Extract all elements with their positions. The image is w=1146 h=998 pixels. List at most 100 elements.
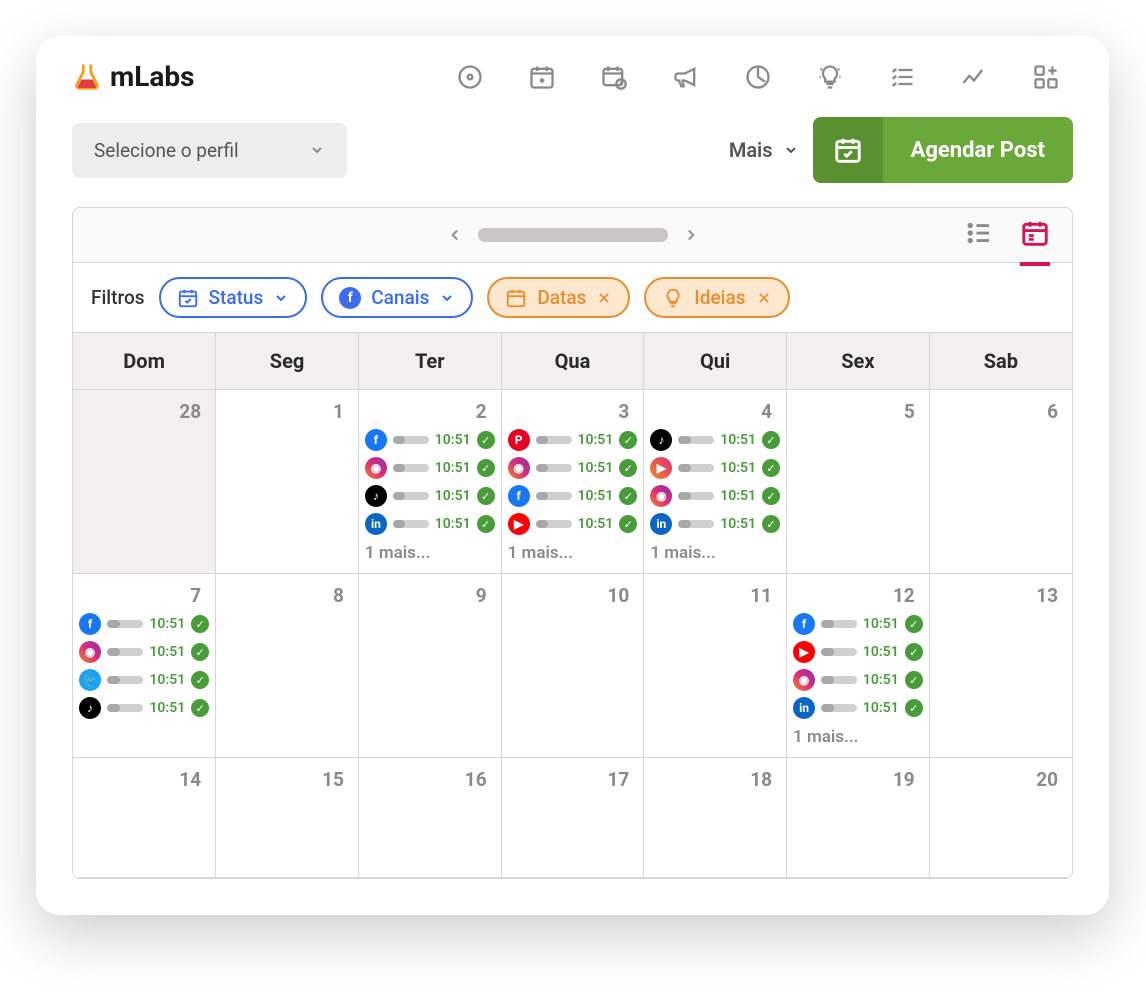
list-view-toggle[interactable]: [964, 218, 994, 252]
calendar-cell[interactable]: 10: [501, 574, 644, 758]
post-preview-bar: [821, 704, 857, 712]
post-preview-bar: [821, 676, 857, 684]
scheduled-post[interactable]: ▶10:51✓: [793, 641, 923, 663]
calendar-add-icon[interactable]: [527, 62, 557, 92]
calendar-cell[interactable]: 9: [358, 574, 501, 758]
post-time: 10:51: [149, 644, 185, 660]
check-icon: ✓: [619, 431, 637, 449]
calendar-cell[interactable]: 3P10:51✓◉10:51✓f10:51✓▶10:51✓1 mais...: [501, 390, 644, 574]
calendar-cell[interactable]: 4♪10:51✓▶10:51✓◉10:51✓in10:51✓1 mais...: [644, 390, 787, 574]
analytics-icon[interactable]: [959, 62, 989, 92]
calendar-cell[interactable]: 16: [358, 758, 501, 878]
calendar-cell[interactable]: 5: [787, 390, 930, 574]
post-preview-bar: [536, 436, 572, 444]
more-button[interactable]: Mais: [729, 138, 799, 162]
rl-icon: ▶: [650, 457, 672, 479]
scheduled-post[interactable]: in10:51✓: [365, 513, 495, 535]
more-events-link[interactable]: 1 mais...: [365, 541, 495, 563]
scheduled-post[interactable]: f10:51✓: [508, 485, 638, 507]
more-events-link[interactable]: 1 mais...: [650, 541, 780, 563]
filter-ideas[interactable]: Ideias: [644, 277, 789, 318]
calendar-cell[interactable]: 12f10:51✓ ▶10:51✓ ◉10:51✓ in10:51✓ 1 mais...: [787, 574, 930, 758]
scheduled-post[interactable]: ♪10:51✓: [79, 697, 209, 719]
scheduled-post[interactable]: f10:51✓: [793, 613, 923, 635]
chevron-down-icon: [273, 290, 289, 306]
scheduled-post[interactable]: in10:51✓: [793, 697, 923, 719]
calendar-cell[interactable]: 8: [216, 574, 359, 758]
calendar-cell[interactable]: 15: [216, 758, 359, 878]
scheduled-post[interactable]: in10:51✓: [650, 513, 780, 535]
dashboard-icon[interactable]: [455, 62, 485, 92]
calendar-cell[interactable]: 20: [929, 758, 1072, 878]
day-header: Seg: [216, 333, 359, 390]
chart-icon[interactable]: [743, 62, 773, 92]
calendar-cell[interactable]: 7f10:51✓◉10:51✓🐦10:51✓♪10:51✓: [73, 574, 216, 758]
day-header: Qua: [501, 333, 644, 390]
check-icon: ✓: [477, 431, 495, 449]
schedule-post-button[interactable]: Agendar Post: [813, 117, 1073, 183]
calendar-cell[interactable]: 2f10:51✓◉10:51✓♪10:51✓in10:51✓1 mais...: [358, 390, 501, 574]
post-preview-bar: [107, 676, 143, 684]
day-number: 14: [79, 764, 209, 797]
scheduled-post[interactable]: ◉10:51✓: [508, 457, 638, 479]
calendar-cell[interactable]: 14: [73, 758, 216, 878]
calendar-cell[interactable]: 28: [73, 390, 216, 574]
scheduled-post[interactable]: f10:51✓: [365, 429, 495, 451]
checklist-icon[interactable]: [887, 62, 917, 92]
profile-select[interactable]: Selecione o perfil: [72, 123, 347, 178]
calendar-time-icon[interactable]: [599, 62, 629, 92]
more-events-link[interactable]: 1 mais...: [508, 541, 638, 563]
calendar-cell[interactable]: 1: [216, 390, 359, 574]
day-number: 15: [222, 764, 352, 797]
apps-icon[interactable]: [1031, 62, 1061, 92]
calendar-icon: [177, 287, 199, 309]
post-preview-bar: [821, 620, 857, 628]
scheduled-post[interactable]: f10:51✓: [79, 613, 209, 635]
facebook-icon: f: [339, 287, 361, 309]
tk-icon: ♪: [365, 485, 387, 507]
calendar-cell[interactable]: 13: [929, 574, 1072, 758]
close-icon[interactable]: [756, 290, 772, 306]
fb-icon: f: [508, 485, 530, 507]
check-icon: ✓: [477, 459, 495, 477]
prev-month-button[interactable]: [446, 226, 464, 244]
li-icon: in: [793, 697, 815, 719]
post-time: 10:51: [578, 432, 614, 448]
more-events-link[interactable]: 1 mais...: [793, 725, 923, 747]
calendar-cell[interactable]: 6: [929, 390, 1072, 574]
day-number: 12: [793, 580, 923, 613]
post-preview-bar: [821, 648, 857, 656]
post-time: 10:51: [435, 432, 471, 448]
calendar-cell[interactable]: 18: [644, 758, 787, 878]
check-icon: ✓: [905, 615, 923, 633]
close-icon[interactable]: [596, 290, 612, 306]
scheduled-post[interactable]: 🐦10:51✓: [79, 669, 209, 691]
calendar-view-toggle[interactable]: [1020, 218, 1050, 266]
scheduled-post[interactable]: ◉10:51✓: [650, 485, 780, 507]
calendar-icon: [505, 287, 527, 309]
schedule-post-label: Agendar Post: [883, 138, 1073, 163]
scheduled-post[interactable]: ◉10:51✓: [79, 641, 209, 663]
check-icon: ✓: [619, 487, 637, 505]
day-number: 18: [650, 764, 780, 797]
lightbulb-icon[interactable]: [815, 62, 845, 92]
filter-status[interactable]: Status: [159, 277, 308, 318]
scheduled-post[interactable]: ▶10:51✓: [650, 457, 780, 479]
calendar-cell[interactable]: 19: [787, 758, 930, 878]
scheduled-post[interactable]: ♪10:51✓: [365, 485, 495, 507]
scheduled-post[interactable]: ◉10:51✓: [793, 669, 923, 691]
day-number: 11: [650, 580, 780, 613]
scheduled-post[interactable]: ▶10:51✓: [508, 513, 638, 535]
next-month-button[interactable]: [682, 226, 700, 244]
calendar-cell[interactable]: 11: [644, 574, 787, 758]
scheduled-post[interactable]: ♪10:51✓: [650, 429, 780, 451]
scheduled-post[interactable]: ◉10:51✓: [365, 457, 495, 479]
fb-icon: f: [79, 613, 101, 635]
post-time: 10:51: [149, 616, 185, 632]
scheduled-post[interactable]: P10:51✓: [508, 429, 638, 451]
filter-channels[interactable]: f Canais: [321, 277, 473, 318]
filter-dates[interactable]: Datas: [487, 277, 630, 318]
megaphone-icon[interactable]: [671, 62, 701, 92]
check-icon: ✓: [762, 515, 780, 533]
calendar-cell[interactable]: 17: [501, 758, 644, 878]
